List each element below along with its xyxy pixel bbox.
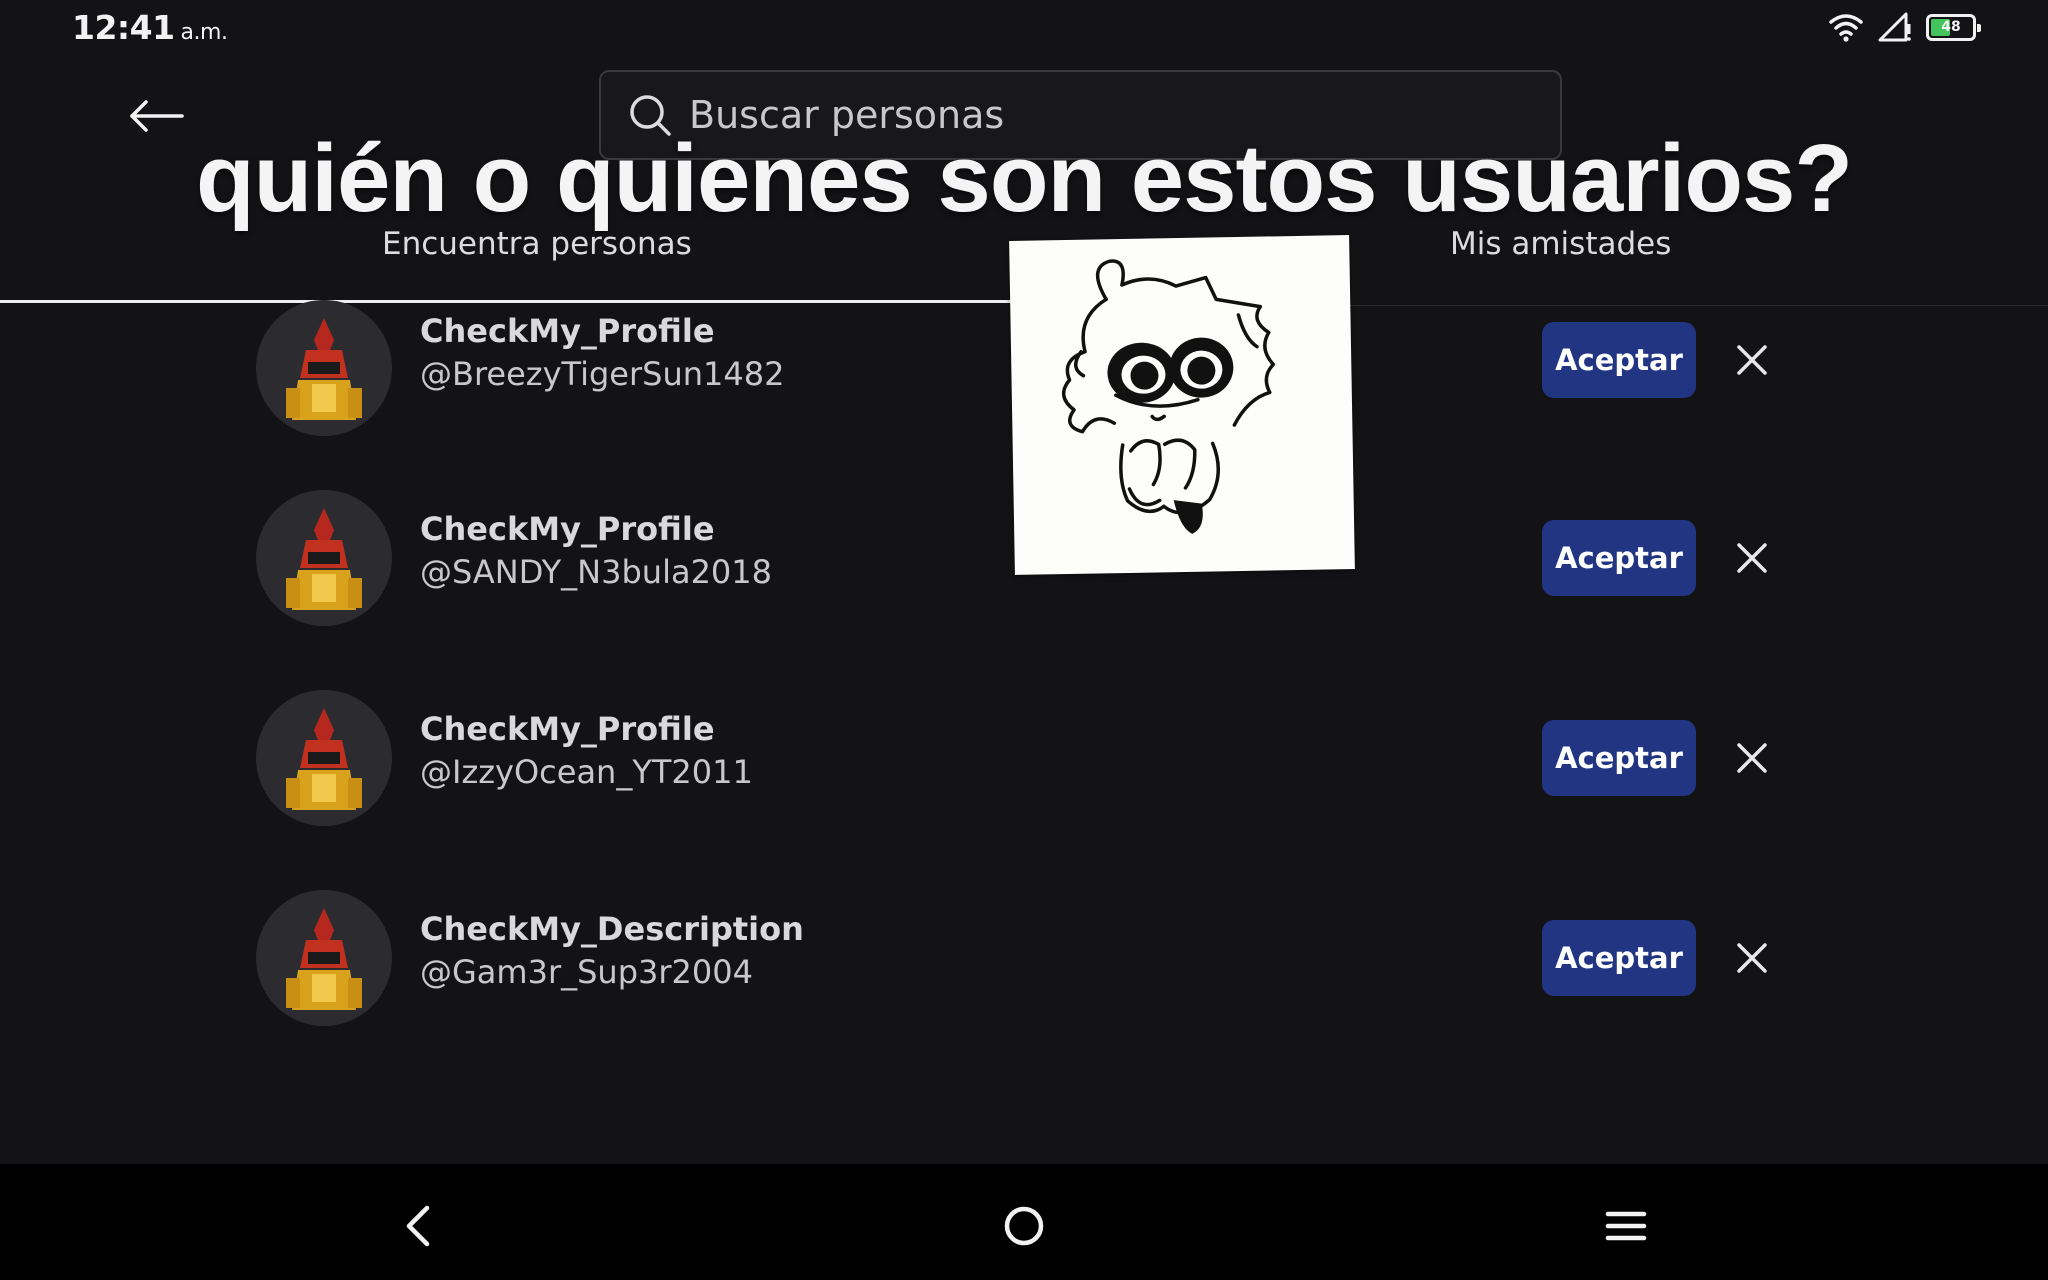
request-names: CheckMy_Description @Gam3r_Sup3r2004 [420, 908, 804, 994]
battery-tip [1977, 23, 1981, 32]
close-icon [1737, 743, 1767, 773]
hand-drawn-character-image [1062, 259, 1276, 534]
status-time: 12:41 a.m. [72, 8, 228, 47]
overlay-caption: quién o quienes son estos usuarios? [196, 125, 1853, 232]
character-sticker [1009, 235, 1355, 575]
avatar-image [256, 890, 392, 1026]
battery-icon: 48 [1926, 13, 1981, 41]
close-icon [1737, 943, 1767, 973]
close-icon [1737, 345, 1767, 375]
decline-button[interactable] [1724, 332, 1780, 388]
accept-button[interactable]: Aceptar [1542, 720, 1696, 796]
avatar[interactable] [256, 690, 392, 826]
decline-button[interactable] [1724, 530, 1780, 586]
request-names: CheckMy_Profile @IzzyOcean_YT2011 [420, 708, 753, 794]
close-icon [1737, 543, 1767, 573]
avatar-image [256, 300, 392, 436]
accept-button[interactable]: Aceptar [1542, 322, 1696, 398]
nav-menu-button[interactable] [1596, 1196, 1656, 1256]
nav-home-icon [1004, 1206, 1044, 1246]
battery-level: 48 [1929, 17, 1973, 38]
accept-button[interactable]: Aceptar [1542, 520, 1696, 596]
avatar[interactable] [256, 490, 392, 626]
nav-back-icon [406, 1205, 430, 1247]
display-name: CheckMy_Description [420, 910, 804, 948]
friend-request-row: CheckMy_Profile @IzzyOcean_YT2011 Acepta… [0, 690, 2048, 840]
avatar[interactable] [256, 300, 392, 436]
accept-button[interactable]: Aceptar [1542, 920, 1696, 996]
display-name: CheckMy_Profile [420, 312, 715, 350]
status-bar: 12:41 a.m. 48 [0, 0, 2048, 60]
wifi-icon [1829, 14, 1863, 42]
avatar[interactable] [256, 890, 392, 1026]
nav-menu-icon [1605, 1211, 1647, 1241]
status-time-value: 12:41 [72, 8, 175, 47]
friend-request-row: CheckMy_Description @Gam3r_Sup3r2004 Ace… [0, 890, 2048, 1040]
status-icons: 48 [1828, 12, 1981, 42]
avatar-image [256, 690, 392, 826]
request-names: CheckMy_Profile @SANDY_N3bula2018 [420, 508, 772, 594]
tab-find-people[interactable]: Encuentra personas [382, 226, 692, 262]
cell-signal-icon [1878, 12, 1911, 42]
display-name: CheckMy_Profile [420, 510, 715, 548]
nav-back-button[interactable] [388, 1196, 448, 1256]
username: @SANDY_N3bula2018 [420, 553, 772, 591]
tab-my-friends[interactable]: Mis amistades [1450, 226, 1671, 262]
decline-button[interactable] [1724, 730, 1780, 786]
username: @IzzyOcean_YT2011 [420, 753, 753, 791]
status-time-ampm: a.m. [180, 20, 228, 45]
avatar-image [256, 490, 392, 626]
username: @BreezyTigerSun1482 [420, 355, 785, 393]
username: @Gam3r_Sup3r2004 [420, 953, 753, 991]
decline-button[interactable] [1724, 930, 1780, 986]
nav-home-button[interactable] [994, 1196, 1054, 1256]
battery-level-text: 48 [1941, 19, 1961, 35]
request-names: CheckMy_Profile @BreezyTigerSun1482 [420, 310, 784, 396]
system-nav-bar [0, 1164, 2048, 1280]
display-name: CheckMy_Profile [420, 710, 715, 748]
